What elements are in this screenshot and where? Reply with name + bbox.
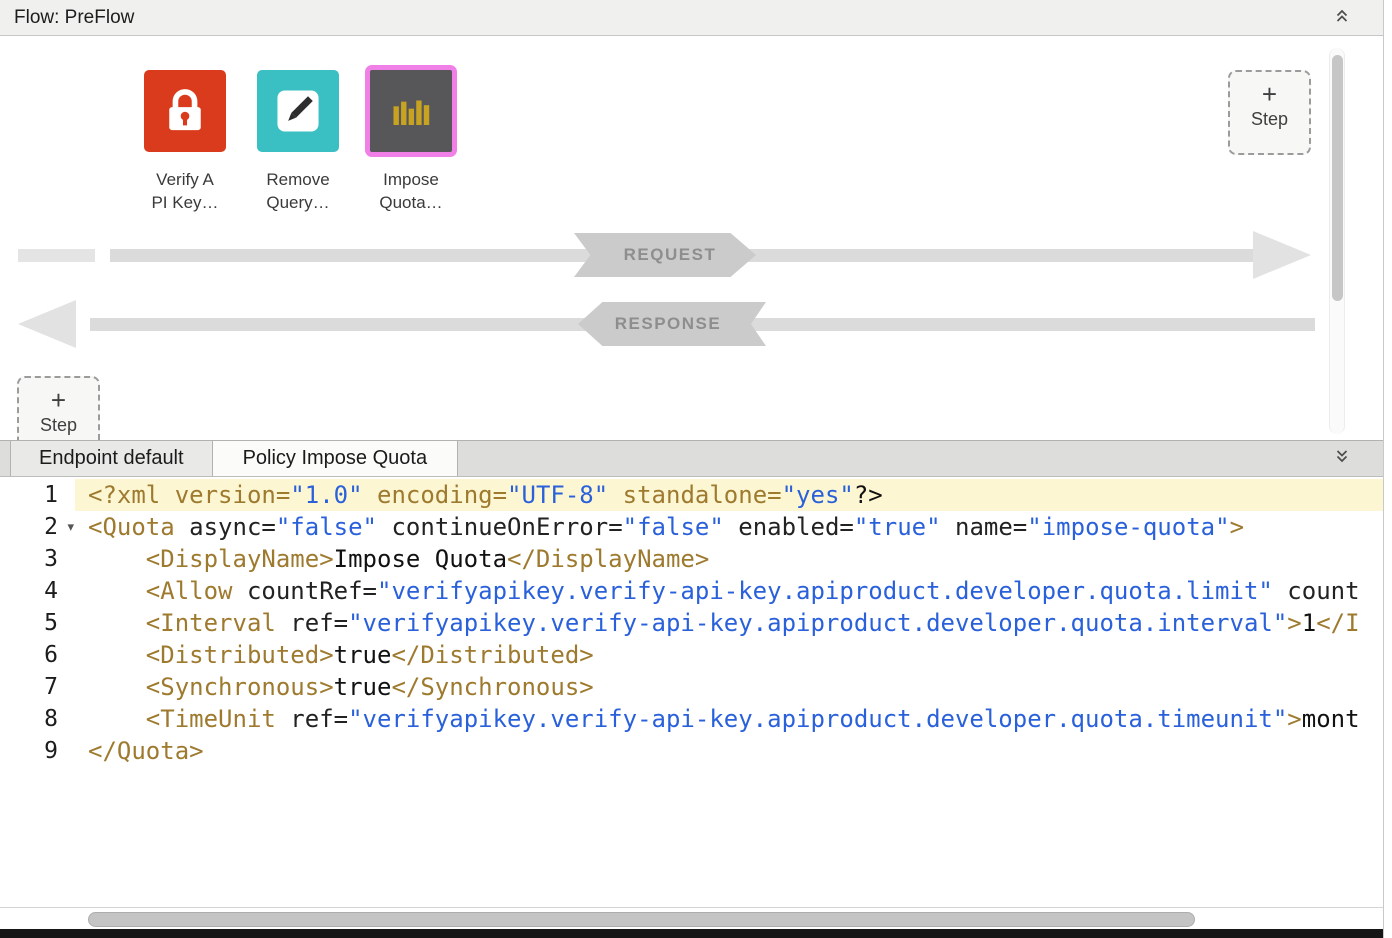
plus-icon: + — [1262, 81, 1277, 107]
policy-remove-query[interactable]: Remove Query… — [254, 70, 342, 214]
apigee-flow-editor: Flow: PreFlow — [0, 0, 1392, 938]
response-arrow-icon — [18, 300, 76, 348]
line-number: 3 — [0, 543, 75, 575]
request-arrow-icon — [1253, 231, 1311, 279]
flow-title: Flow: PreFlow — [14, 7, 134, 29]
app-panel: Flow: PreFlow — [0, 0, 1384, 938]
code-line-text[interactable]: <TimeUnit ref="verifyapikey.verify-api-k… — [75, 703, 1383, 735]
code-line[interactable]: 9</Quota> — [0, 735, 1383, 767]
bar-chart-icon — [365, 65, 457, 157]
editor-hscrollbar-thumb[interactable] — [88, 912, 1195, 927]
code-line-text[interactable]: <Distributed>true</Distributed> — [75, 639, 1383, 671]
code-line[interactable]: 5 <Interval ref="verifyapikey.verify-api… — [0, 607, 1383, 639]
code-line[interactable]: 1<?xml version="1.0" encoding="UTF-8" st… — [0, 479, 1383, 511]
line-number: 8 — [0, 703, 75, 735]
add-step-button-response[interactable]: + Step — [17, 376, 100, 440]
code-line[interactable]: 6 <Distributed>true</Distributed> — [0, 639, 1383, 671]
line-number: 9 — [0, 735, 75, 767]
chevron-double-up-icon — [1334, 8, 1350, 29]
flow-canvas: Verify A PI Key… — [0, 37, 1383, 440]
line-number: 1 — [0, 479, 75, 511]
policy-label: Verify A PI Key… — [151, 168, 218, 214]
step-label: Step — [40, 415, 77, 436]
fold-arrow-icon[interactable]: ▾ — [67, 511, 74, 543]
policy-impose-quota[interactable]: Impose Quota… — [367, 70, 455, 214]
code-line[interactable]: 8 <TimeUnit ref="verifyapikey.verify-api… — [0, 703, 1383, 735]
code-line[interactable]: 4 <Allow countRef="verifyapikey.verify-a… — [0, 575, 1383, 607]
plus-icon: + — [51, 387, 66, 413]
line-number: 4 — [0, 575, 75, 607]
policy-list: Verify A PI Key… — [141, 70, 455, 214]
policy-verify-api-key[interactable]: Verify A PI Key… — [141, 70, 229, 214]
flow-scrollbar-track[interactable] — [1329, 48, 1345, 434]
code-line-text[interactable]: <?xml version="1.0" encoding="UTF-8" sta… — [75, 479, 1383, 511]
flow-scrollbar-thumb[interactable] — [1332, 55, 1343, 301]
lock-icon — [144, 70, 226, 152]
editor-tab-bar: Endpoint default Policy Impose Quota — [0, 440, 1383, 477]
line-number: 7 — [0, 671, 75, 703]
xml-code-editor[interactable]: 1<?xml version="1.0" encoding="UTF-8" st… — [0, 477, 1383, 907]
request-lane-stub — [18, 249, 95, 262]
flow-header: Flow: PreFlow — [0, 0, 1383, 36]
line-number: 6 — [0, 639, 75, 671]
tab-endpoint-default[interactable]: Endpoint default — [10, 441, 213, 476]
code-line-text[interactable]: <DisplayName>Impose Quota</DisplayName> — [75, 543, 1383, 575]
code-line-text[interactable]: </Quota> — [75, 735, 1383, 767]
code-line[interactable]: 7 <Synchronous>true</Synchronous> — [0, 671, 1383, 703]
collapse-flow-button[interactable] — [1329, 5, 1355, 31]
response-badge: RESPONSE — [578, 302, 766, 346]
step-label: Step — [1251, 109, 1288, 130]
pencil-icon — [257, 70, 339, 152]
line-number: 5 — [0, 607, 75, 639]
add-step-button-request[interactable]: + Step — [1228, 70, 1311, 155]
collapse-editor-button[interactable] — [1329, 445, 1355, 471]
code-line-text[interactable]: <Synchronous>true</Synchronous> — [75, 671, 1383, 703]
policy-label: Remove Query… — [266, 168, 329, 214]
bottom-edge — [0, 929, 1383, 938]
code-line-text[interactable]: <Allow countRef="verifyapikey.verify-api… — [75, 575, 1383, 607]
policy-label: Impose Quota… — [379, 168, 442, 214]
code-line[interactable]: 3 <DisplayName>Impose Quota</DisplayName… — [0, 543, 1383, 575]
code-line-text[interactable]: <Quota async="false" continueOnError="fa… — [75, 511, 1383, 543]
code-line[interactable]: 2▾<Quota async="false" continueOnError="… — [0, 511, 1383, 543]
line-number: 2▾ — [0, 511, 75, 543]
tab-policy-impose-quota[interactable]: Policy Impose Quota — [213, 441, 459, 476]
request-badge: REQUEST — [574, 233, 756, 277]
chevron-double-down-icon — [1334, 448, 1350, 469]
code-line-text[interactable]: <Interval ref="verifyapikey.verify-api-k… — [75, 607, 1383, 639]
editor-hscrollbar-track[interactable] — [0, 907, 1383, 929]
